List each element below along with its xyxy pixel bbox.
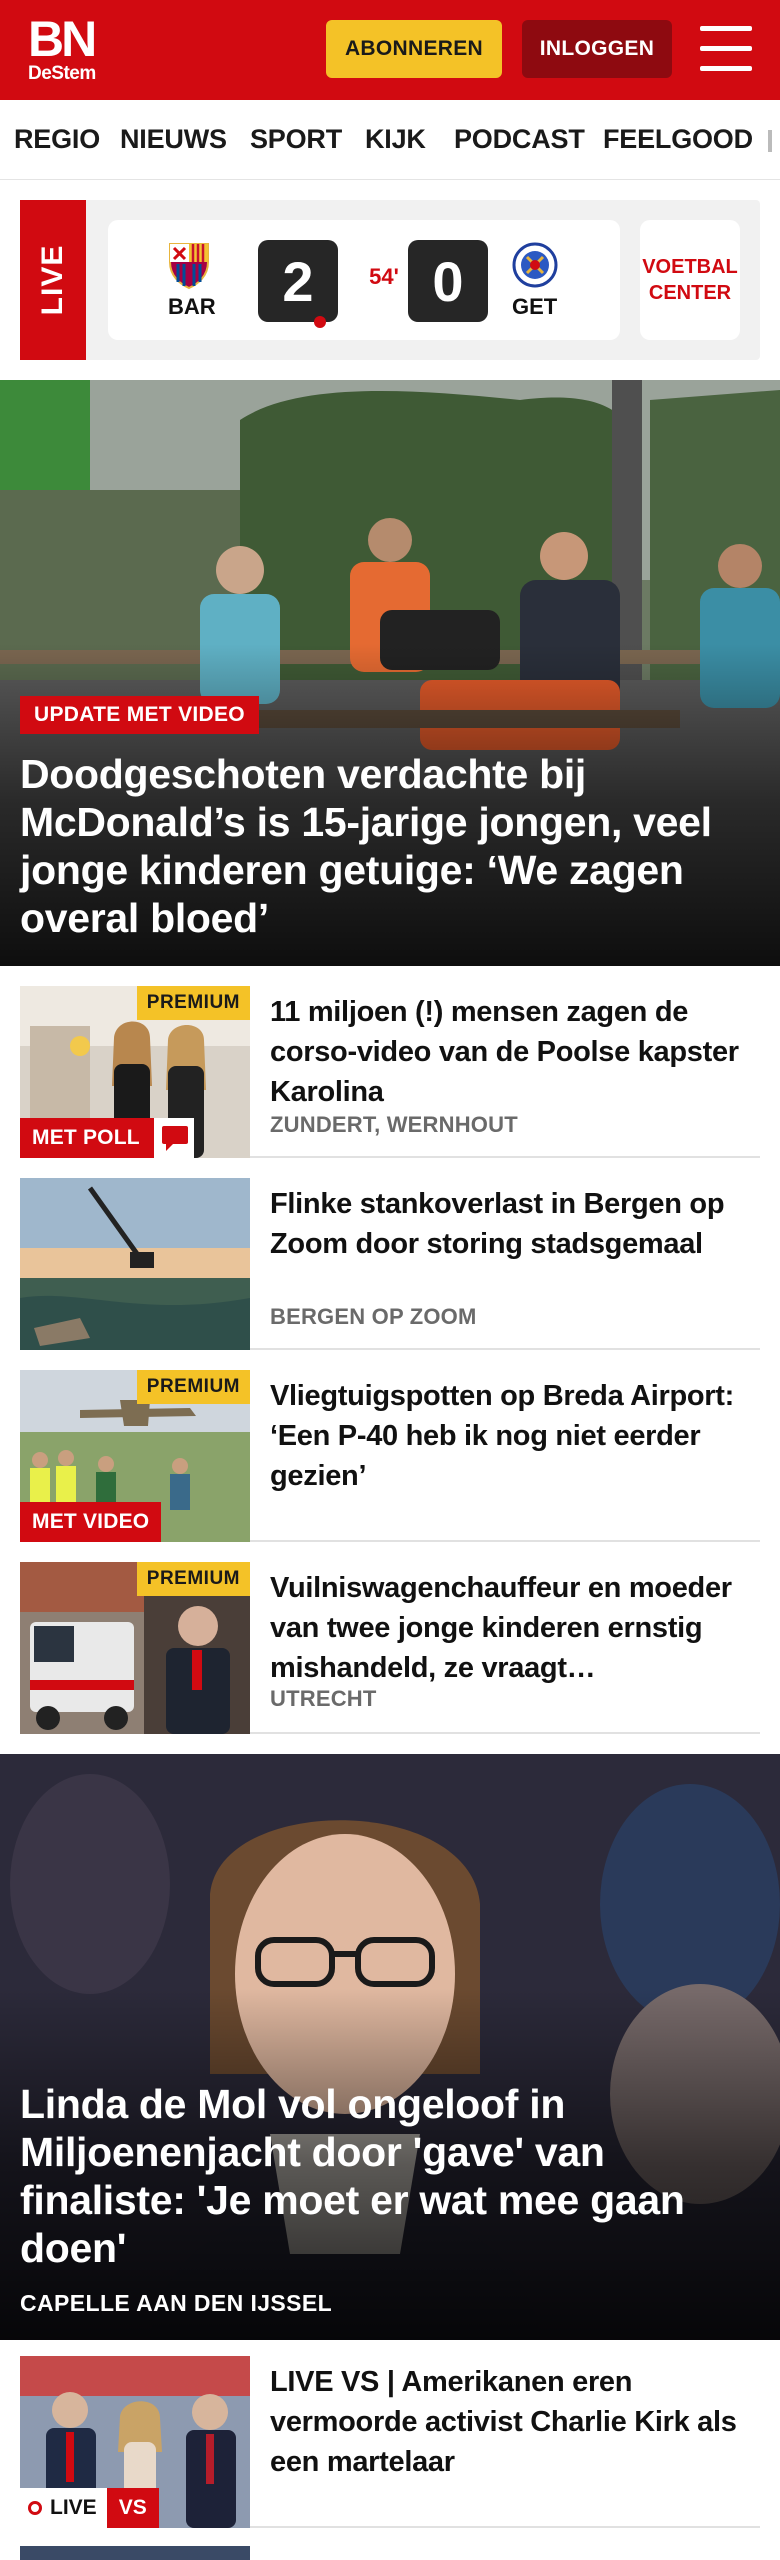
getafe-crest-icon <box>512 242 558 288</box>
article-item[interactable]: LIVE VS LIVE VS | Amerikanen eren vermoo… <box>20 2356 760 2528</box>
logo-sub-text: DeStem <box>28 63 96 84</box>
hero-article[interactable]: UPDATE MET VIDEO Doodgeschoten verdachte… <box>0 380 780 966</box>
chat-bubble-icon <box>162 1126 188 1151</box>
nav-item-sport[interactable]: SPORT <box>250 124 342 155</box>
main-navigation: REGIO NIEUWS SPORT KIJK PODCAST FEELGOOD <box>0 100 780 180</box>
article-label: MET POLL <box>20 1118 154 1158</box>
voetbal-center-button[interactable]: VOETBAL CENTER <box>640 220 740 340</box>
away-score: 0 <box>408 240 488 322</box>
match-minute: 54' <box>369 264 399 289</box>
article-item[interactable]: PREMIUM MET VIDEO Vliegtuigspotten op Br… <box>20 1370 760 1542</box>
nav-item-feelgood[interactable]: FEELGOOD <box>603 124 753 155</box>
featured-location: CAPELLE AAN DEN IJSSEL <box>20 2290 333 2316</box>
article-location: ZUNDERT, WERNHOUT <box>270 1112 518 1137</box>
barcelona-crest-icon <box>169 243 209 290</box>
next-article-peek <box>20 2546 760 2560</box>
premium-badge: PREMIUM <box>136 1370 250 1404</box>
away-team-code: GET <box>512 294 558 319</box>
article-title[interactable]: Vuilniswagenchauffeur en moeder van twee… <box>270 1568 760 1688</box>
match-card[interactable]: BAR 2 54' 0 GET <box>108 220 620 340</box>
article-thumbnail: PREMIUM MET POLL <box>20 986 250 1158</box>
live-tag-label: LIVE <box>36 244 69 316</box>
article-title[interactable]: 11 miljoen (!) mensen zagen de corso-vid… <box>270 992 760 1112</box>
article-item[interactable]: Flinke stankoverlast in Bergen op Zoom d… <box>20 1178 760 1350</box>
live-indicator-dot <box>314 316 326 328</box>
subscribe-button[interactable]: ABONNEREN <box>326 20 502 78</box>
nav-item-kijk[interactable]: KIJK <box>365 124 426 155</box>
home-score: 2 <box>258 240 338 322</box>
voetbal-center-line1: VOETBAL <box>642 256 738 278</box>
premium-badge: PREMIUM <box>136 1562 250 1596</box>
site-logo[interactable]: BN DeStem <box>28 14 120 88</box>
hero-title[interactable]: Doodgeschoten verdachte bij McDonald’s i… <box>20 750 740 942</box>
article-title[interactable]: Vliegtuigspotten op Breda Airport: ‘Een … <box>270 1376 760 1496</box>
home-team-code: BAR <box>168 294 216 319</box>
nav-item-podcast[interactable]: PODCAST <box>454 124 585 155</box>
article-location: BERGEN OP ZOOM <box>270 1304 477 1329</box>
hero-badge: UPDATE MET VIDEO <box>20 696 259 734</box>
live-label-text: LIVE <box>50 2496 97 2519</box>
voetbal-center-line2: CENTER <box>648 282 732 304</box>
live-tag: LIVE <box>20 200 86 360</box>
article-item[interactable]: PREMIUM Vuilniswagenchauffeur en moeder … <box>20 1562 760 1734</box>
login-button[interactable]: INLOGGEN <box>522 20 672 78</box>
live-score-bar: LIVE BAR 2 54' 0 GET VOETBAL CENTER <box>20 200 760 360</box>
article-thumbnail-image <box>20 1178 250 1350</box>
poll-icon-wrap <box>154 1118 194 1158</box>
featured-article[interactable]: Linda de Mol vol ongeloof in Miljoenenja… <box>0 1754 780 2340</box>
nav-item-regio[interactable]: REGIO <box>14 124 100 155</box>
article-title[interactable]: Flinke stankoverlast in Bergen op Zoom d… <box>270 1184 760 1264</box>
article-thumbnail: PREMIUM MET VIDEO <box>20 1370 250 1542</box>
article-thumbnail: PREMIUM <box>20 1562 250 1734</box>
article-location: UTRECHT <box>270 1686 377 1711</box>
live-vs-label: LIVE VS <box>20 2488 159 2528</box>
logo-main-text: BN <box>28 11 97 67</box>
nav-more-indicator <box>768 130 772 152</box>
article-thumbnail <box>20 1178 250 1350</box>
site-header: BN DeStem ABONNEREN INLOGGEN <box>0 0 780 100</box>
article-item[interactable]: PREMIUM MET POLL 11 miljoen (!) mensen z… <box>20 986 760 1158</box>
article-title[interactable]: LIVE VS | Amerikanen eren vermoorde acti… <box>270 2362 760 2482</box>
featured-title[interactable]: Linda de Mol vol ongeloof in Miljoenenja… <box>20 2080 740 2272</box>
hamburger-menu-icon[interactable] <box>700 26 752 72</box>
article-label: MET VIDEO <box>20 1502 162 1542</box>
article-thumbnail: LIVE VS <box>20 2356 250 2528</box>
vs-label: VS <box>106 2488 159 2528</box>
nav-item-nieuws[interactable]: NIEUWS <box>120 124 227 155</box>
premium-badge: PREMIUM <box>136 986 250 1020</box>
live-dot-icon <box>28 2501 42 2515</box>
live-label: LIVE <box>20 2488 107 2528</box>
